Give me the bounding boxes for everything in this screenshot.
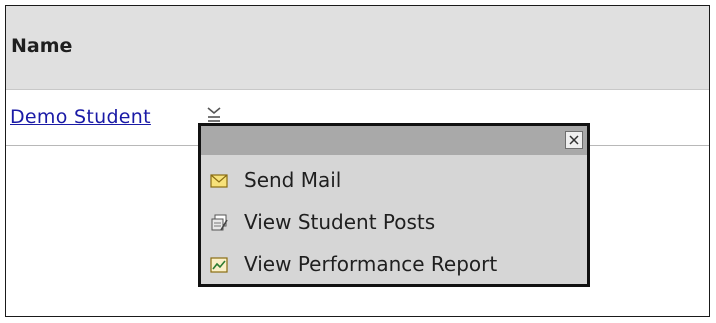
menu-item-view-student-posts[interactable]: View Student Posts (209, 208, 579, 238)
user-context-menu: Send Mail View Student Posts View Perfor… (198, 123, 590, 287)
menu-item-label: View Performance Report (244, 252, 498, 276)
menu-item-label: Send Mail (244, 168, 342, 192)
menu-titlebar (201, 126, 587, 155)
student-name-link[interactable]: Demo Student (10, 106, 151, 128)
envelope-icon (209, 172, 229, 190)
table-header: Name (6, 6, 709, 90)
menu-item-label: View Student Posts (244, 210, 436, 234)
chart-report-icon (209, 256, 229, 274)
menu-item-view-performance-report[interactable]: View Performance Report (209, 250, 579, 280)
posts-icon (209, 214, 229, 232)
column-header-name[interactable]: Name (11, 35, 72, 57)
menu-item-send-mail[interactable]: Send Mail (209, 166, 579, 196)
close-icon[interactable] (565, 131, 583, 149)
